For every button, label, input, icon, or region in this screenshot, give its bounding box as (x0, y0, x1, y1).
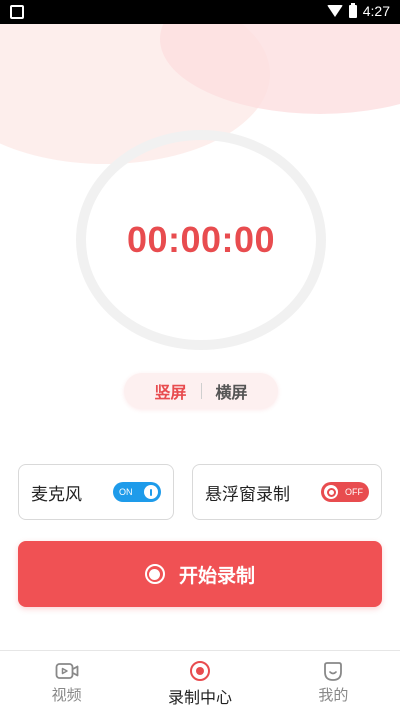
orientation-landscape[interactable]: 横屏 (202, 379, 262, 403)
toggle-knob-icon (324, 485, 338, 499)
nav-label-profile: 我的 (318, 686, 349, 704)
record-icon (144, 564, 165, 584)
microphone-toggle[interactable]: ON (113, 482, 161, 502)
nav-item-record-center[interactable]: 录制中心 (133, 651, 266, 712)
nav-item-profile[interactable]: 我的 (267, 651, 400, 712)
status-bar: 4:27 (0, 0, 400, 24)
status-time: 4:27 (362, 3, 390, 19)
nav-label-record-center: 录制中心 (167, 688, 232, 707)
status-right: 4:27 (326, 2, 390, 19)
notification-icon (10, 5, 24, 19)
timer-display: 00:00:00 (126, 219, 276, 260)
floating-window-card: 悬浮窗录制 OFF (192, 464, 382, 520)
nav-item-video[interactable]: 视频 (0, 651, 133, 712)
toggle-knob-icon (144, 485, 158, 499)
floating-window-toggle[interactable]: OFF (321, 482, 369, 502)
floating-window-label: 悬浮窗录制 (205, 484, 290, 505)
microphone-card: 麦克风 ON (18, 464, 174, 520)
orientation-switch: 竖屏 横屏 (124, 373, 278, 409)
battery-icon (348, 2, 357, 18)
video-icon (55, 660, 79, 682)
start-record-label: 开始录制 (178, 564, 255, 587)
microphone-toggle-text: ON (119, 487, 133, 497)
profile-icon (322, 660, 344, 682)
record-center-icon (189, 660, 211, 682)
bottom-nav: 视频 录制中心 我的 (0, 650, 400, 712)
start-record-button[interactable]: 开始录制 (18, 541, 382, 607)
microphone-label: 麦克风 (31, 484, 82, 505)
floating-window-toggle-text: OFF (345, 487, 363, 497)
orientation-portrait[interactable]: 竖屏 (140, 379, 200, 403)
nav-label-video: 视频 (51, 686, 82, 704)
timer-ring: 00:00:00 (76, 130, 326, 350)
wifi-icon (326, 5, 343, 17)
